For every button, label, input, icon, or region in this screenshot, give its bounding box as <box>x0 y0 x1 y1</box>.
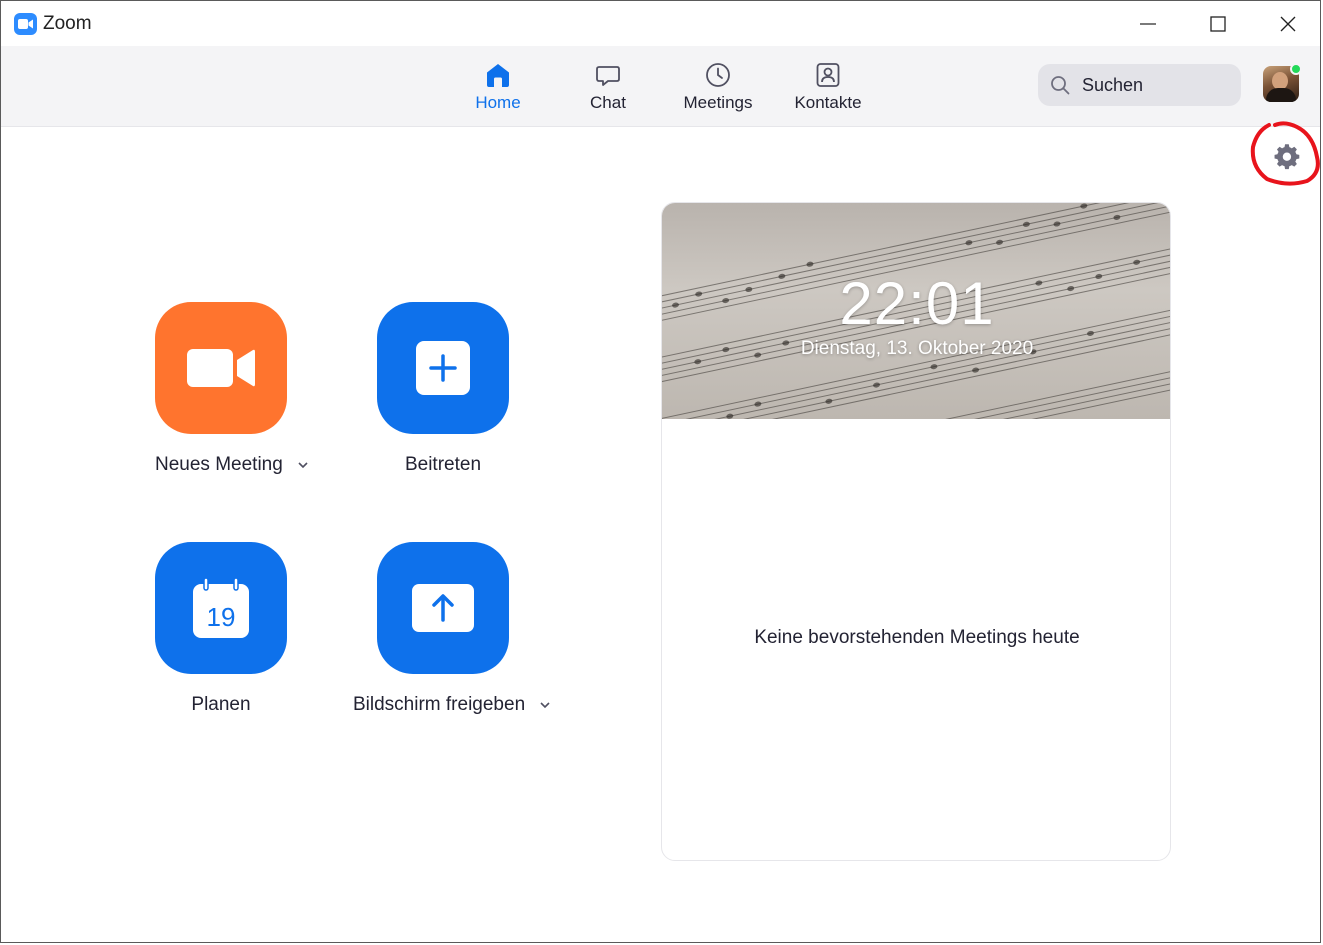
minimize-button[interactable] <box>1113 1 1183 46</box>
calendar-day: 19 <box>207 602 236 632</box>
share-screen-label-row: Bildschirm freigeben <box>353 694 551 716</box>
zoom-window: Zoom Home Chat Meetings Kontakte Suchen … <box>0 0 1321 943</box>
search-input[interactable] <box>1080 73 1224 97</box>
schedule-label-row: Planen <box>155 694 287 716</box>
zoom-logo-icon <box>14 13 37 35</box>
tab-contacts[interactable]: Kontakte <box>773 60 883 120</box>
clock-time: 22:01 <box>839 270 995 337</box>
calendar-icon: 19 <box>193 578 249 638</box>
chevron-down-icon <box>298 462 308 469</box>
search-icon <box>1051 76 1070 95</box>
minimize-icon <box>1140 22 1156 25</box>
new-meeting-button[interactable] <box>155 302 287 434</box>
clock-icon <box>706 63 730 87</box>
chat-icon <box>596 66 620 86</box>
window-title: Zoom <box>43 13 92 34</box>
maximize-button[interactable] <box>1183 1 1253 46</box>
close-icon <box>1280 16 1296 31</box>
new-meeting-dropdown[interactable] <box>297 461 309 469</box>
clock-banner: 22:01 Dienstag, 13. Oktober 2020 <box>662 203 1170 419</box>
schedule-button[interactable]: 19 <box>155 542 287 674</box>
tab-chat-label: Chat <box>590 93 626 112</box>
join-label: Beitreten <box>404 454 482 475</box>
main-navigation-bar: Home Chat Meetings Kontakte Suchen <box>1 46 1320 127</box>
gear-icon <box>1274 144 1300 170</box>
tab-home-label: Home <box>475 93 521 112</box>
upcoming-meetings-card: 22:01 Dienstag, 13. Oktober 2020 Keine b… <box>661 202 1171 861</box>
settings-button[interactable] <box>1271 141 1303 173</box>
share-screen-dropdown[interactable] <box>539 701 551 709</box>
video-camera-icon <box>187 349 255 387</box>
tab-contacts-label: Kontakte <box>794 93 862 112</box>
online-status-indicator <box>1290 63 1302 75</box>
close-button[interactable] <box>1253 1 1323 46</box>
clock-date: Dienstag, 13. Oktober 2020 <box>800 338 1034 359</box>
plus-icon <box>416 341 470 395</box>
maximize-icon <box>1210 15 1226 32</box>
share-screen-button[interactable] <box>377 542 509 674</box>
share-screen-label: Bildschirm freigeben <box>353 694 526 715</box>
chevron-down-icon <box>540 702 550 709</box>
new-meeting-label: Neues Meeting <box>155 454 283 475</box>
share-up-arrow-icon <box>412 584 474 632</box>
tab-home[interactable]: Home <box>443 60 553 120</box>
tab-meetings[interactable]: Meetings <box>663 60 773 120</box>
tab-meetings-label: Meetings <box>683 93 753 112</box>
tab-chat[interactable]: Chat <box>553 60 663 120</box>
join-button[interactable] <box>377 302 509 434</box>
home-icon <box>487 64 509 87</box>
new-meeting-label-row: Neues Meeting <box>155 454 309 476</box>
join-label-row: Beitreten <box>377 454 509 476</box>
contacts-icon <box>816 63 840 87</box>
search-box[interactable] <box>1038 64 1241 106</box>
no-meetings-message: Keine bevorstehenden Meetings heute <box>754 627 1080 648</box>
schedule-label: Planen <box>191 694 251 715</box>
title-bar: Zoom <box>1 1 1320 46</box>
